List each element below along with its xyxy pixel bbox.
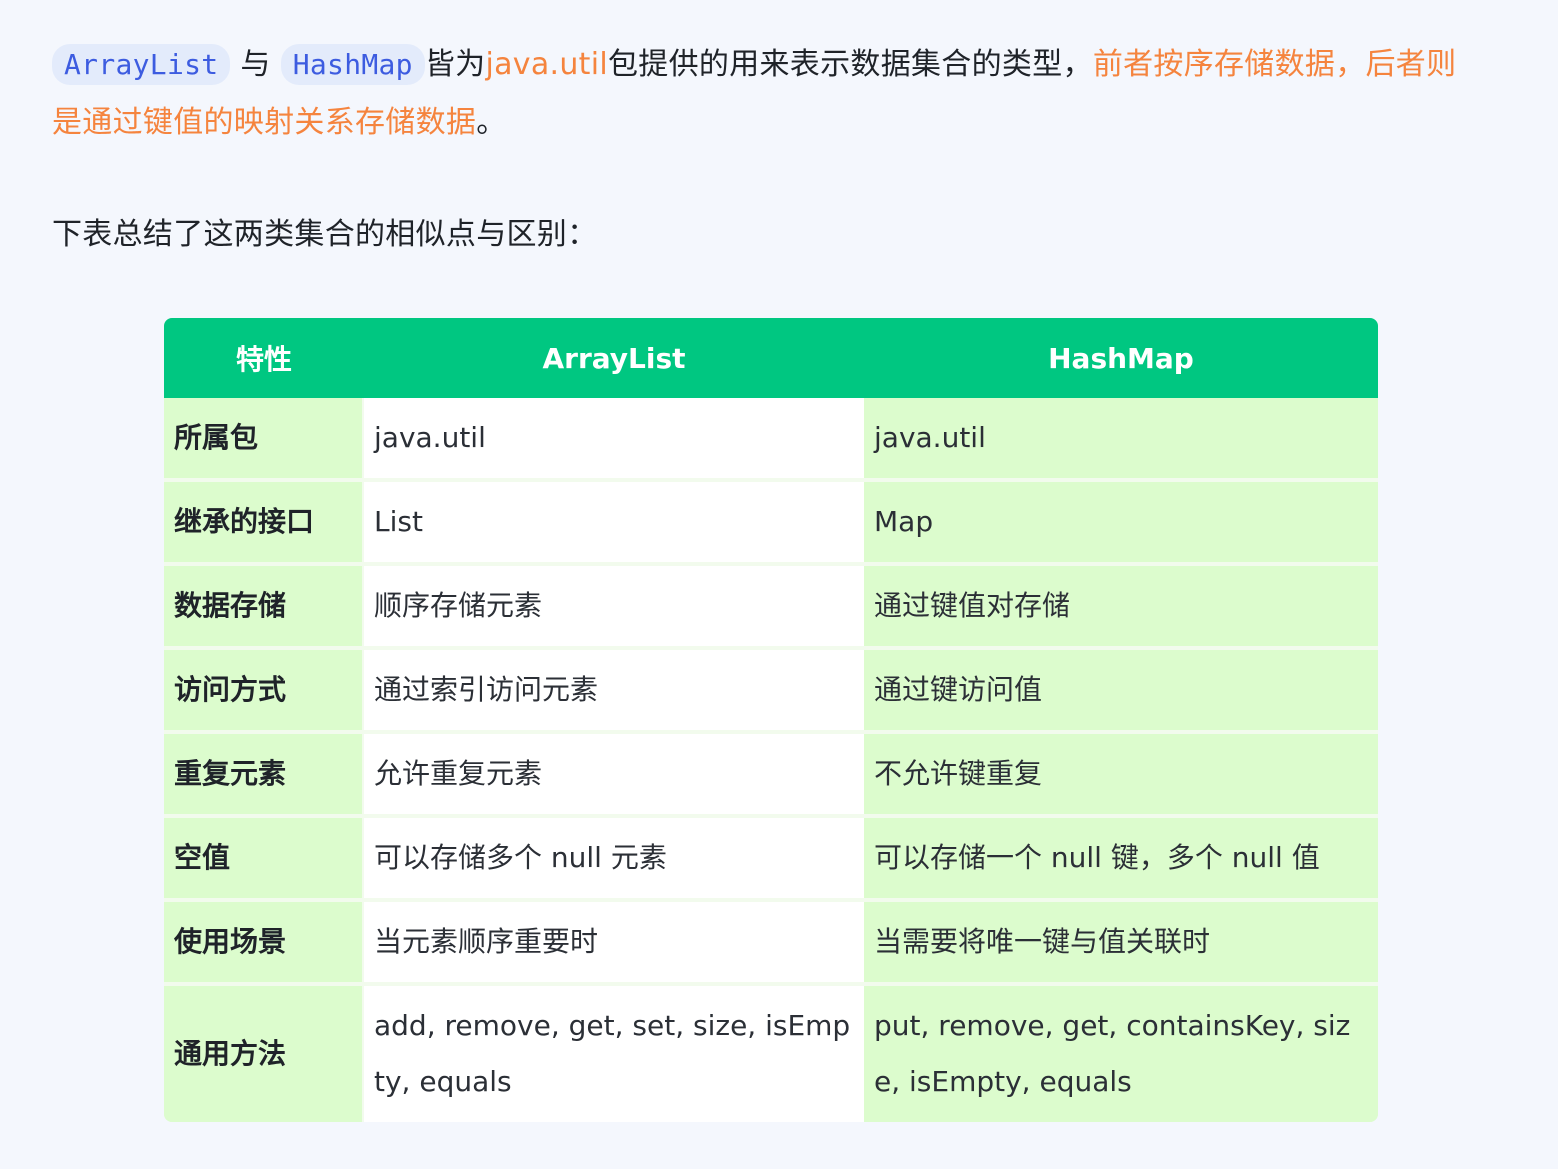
table-row: 访问方式 通过索引访问元素 通过键访问值 xyxy=(164,650,1378,734)
arraylist-cell: 可以存储多个 null 元素 xyxy=(364,818,864,902)
table-row: 使用场景 当元素顺序重要时 当需要将唯一键与值关联时 xyxy=(164,902,1378,986)
arraylist-cell: add, remove, get, set, size, isEmpty, eq… xyxy=(364,986,864,1122)
hashmap-cell: 不允许键重复 xyxy=(864,734,1378,818)
feature-cell: 通用方法 xyxy=(164,986,364,1122)
feature-cell: 使用场景 xyxy=(164,902,364,986)
package-name: java.util xyxy=(485,47,608,82)
hashmap-code: HashMap xyxy=(280,44,425,85)
comparison-table: 特性 ArrayList HashMap 所属包 java.util java.… xyxy=(164,318,1378,1122)
hashmap-cell: Map xyxy=(864,482,1378,566)
arraylist-cell: 允许重复元素 xyxy=(364,734,864,818)
feature-cell: 重复元素 xyxy=(164,734,364,818)
conjunction-text: 与 xyxy=(240,47,271,82)
intro-end: 。 xyxy=(476,105,507,140)
arraylist-cell: 当元素顺序重要时 xyxy=(364,902,864,986)
hashmap-cell: java.util xyxy=(864,398,1378,482)
table-row: 所属包 java.util java.util xyxy=(164,398,1378,482)
hashmap-cell: 可以存储一个 null 键，多个 null 值 xyxy=(864,818,1378,902)
table-row: 数据存储 顺序存储元素 通过键值对存储 xyxy=(164,566,1378,650)
table-row: 空值 可以存储多个 null 元素 可以存储一个 null 键，多个 null … xyxy=(164,818,1378,902)
feature-cell: 空值 xyxy=(164,818,364,902)
arraylist-cell: List xyxy=(364,482,864,566)
header-hashmap: HashMap xyxy=(864,318,1378,398)
header-arraylist: ArrayList xyxy=(364,318,864,398)
feature-cell: 访问方式 xyxy=(164,650,364,734)
arraylist-cell: java.util xyxy=(364,398,864,482)
hashmap-cell: put, remove, get, containsKey, size, isE… xyxy=(864,986,1378,1122)
hashmap-cell: 通过键访问值 xyxy=(864,650,1378,734)
arraylist-cell: 通过索引访问元素 xyxy=(364,650,864,734)
hashmap-cell: 当需要将唯一键与值关联时 xyxy=(864,902,1378,986)
header-feature: 特性 xyxy=(164,318,364,398)
table-row: 继承的接口 List Map xyxy=(164,482,1378,566)
arraylist-code: ArrayList xyxy=(52,44,231,85)
feature-cell: 数据存储 xyxy=(164,566,364,650)
hashmap-cell: 通过键值对存储 xyxy=(864,566,1378,650)
intro-text-2: 包提供的用来表示数据集合的类型， xyxy=(608,47,1093,82)
intro-paragraph: ArrayList 与 HashMap 皆为java.util包提供的用来表示数据集合… xyxy=(52,36,1472,152)
table-row: 通用方法 add, remove, get, set, size, isEmpt… xyxy=(164,986,1378,1122)
intro-text-1: 皆为 xyxy=(424,47,486,82)
table-row: 重复元素 允许重复元素 不允许键重复 xyxy=(164,734,1378,818)
table-header-row: 特性 ArrayList HashMap xyxy=(164,318,1378,398)
feature-cell: 所属包 xyxy=(164,398,364,482)
feature-cell: 继承的接口 xyxy=(164,482,364,566)
comparison-table-grid: 特性 ArrayList HashMap 所属包 java.util java.… xyxy=(164,318,1378,1122)
arraylist-cell: 顺序存储元素 xyxy=(364,566,864,650)
summary-text: 下表总结了这两类集合的相似点与区别： xyxy=(52,217,598,252)
